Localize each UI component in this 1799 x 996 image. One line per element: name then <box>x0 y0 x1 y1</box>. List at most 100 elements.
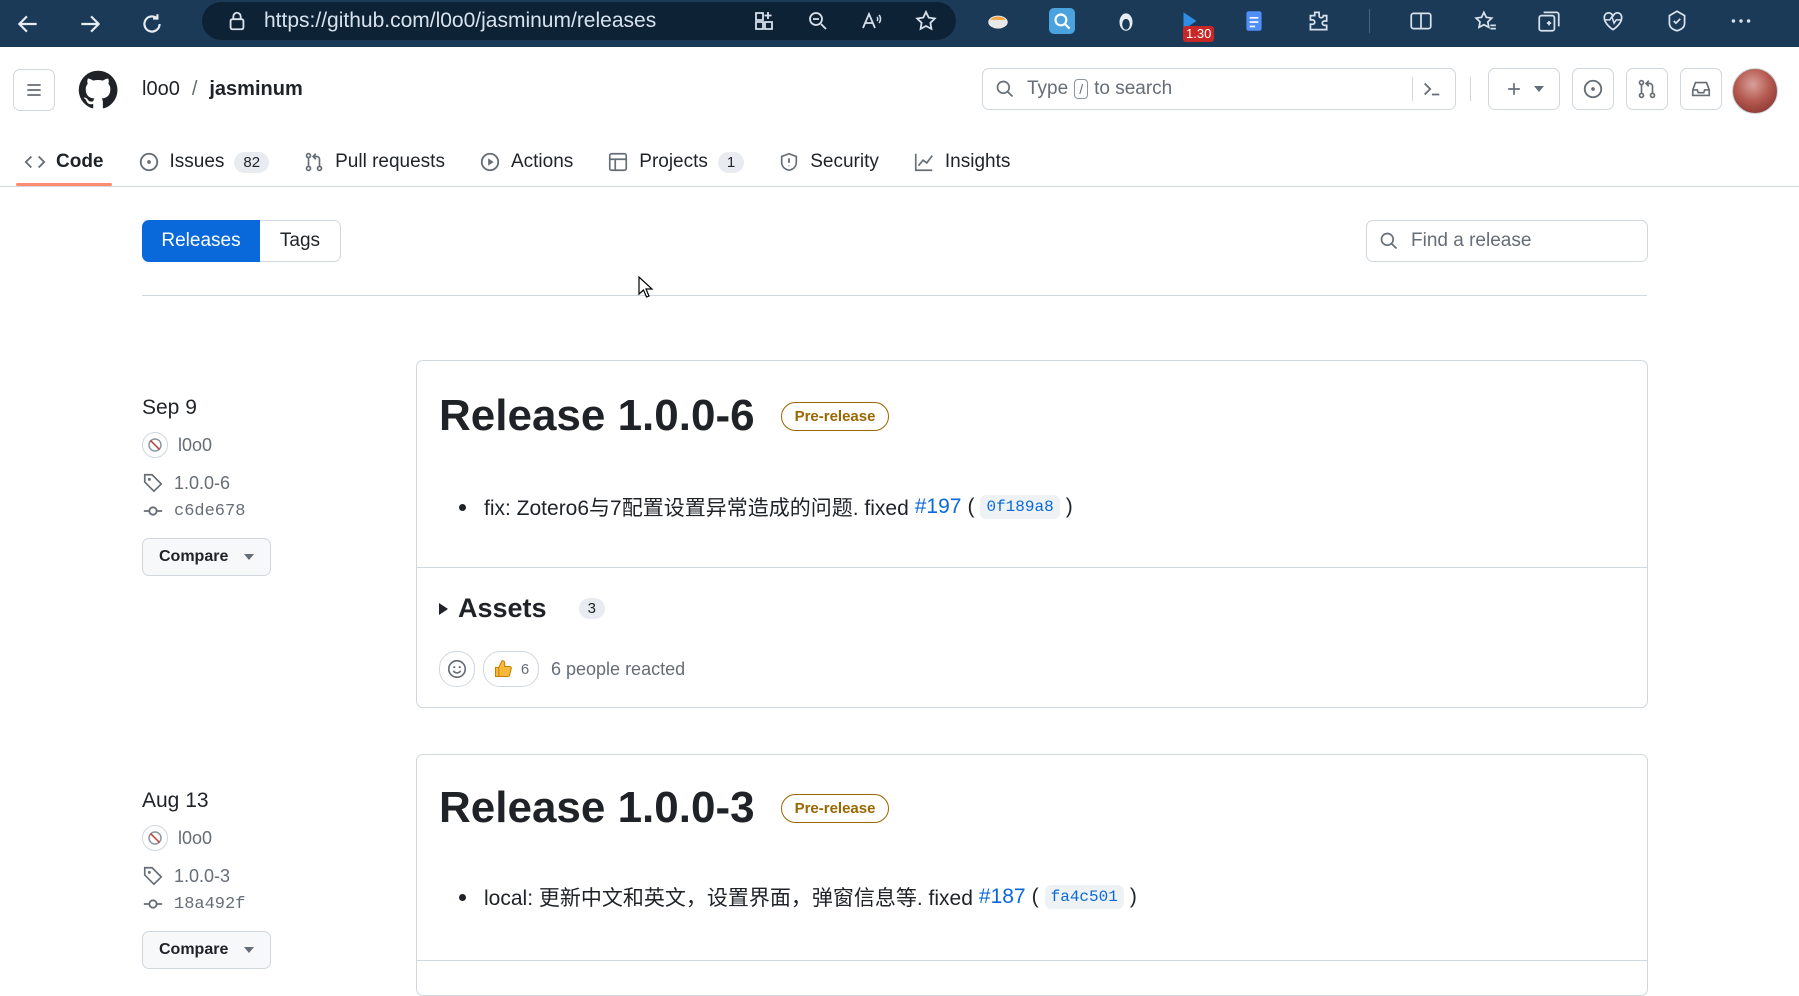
reaction-count: 6 <box>520 660 530 678</box>
author-name: l0o0 <box>178 827 213 848</box>
tab-issues[interactable]: Issues 82 <box>124 139 284 185</box>
issue-opened-icon <box>1583 79 1603 99</box>
release-commit[interactable]: 18a492f <box>142 893 271 915</box>
close-paren: ) <box>1129 885 1137 908</box>
browser-essentials-icon[interactable] <box>1600 8 1626 34</box>
extension-penguin-icon[interactable] <box>1113 8 1139 34</box>
search-prefix: Type <box>1027 78 1069 99</box>
repo-link[interactable]: jasminum <box>209 78 302 101</box>
tags-tab-button[interactable]: Tags <box>260 220 341 262</box>
assets-toggle[interactable]: Assets 3 <box>439 593 605 624</box>
tab-projects[interactable]: Projects 1 <box>593 139 758 185</box>
zoom-out-icon[interactable] <box>806 9 830 33</box>
user-avatar[interactable] <box>1732 68 1778 114</box>
tab-pull-requests[interactable]: Pull requests <box>289 139 459 185</box>
search-suffix: to search <box>1094 78 1173 99</box>
extension-translate-icon[interactable] <box>1049 8 1075 34</box>
collections-icon[interactable] <box>1536 8 1562 34</box>
pre-release-badge: Pre-release <box>780 401 890 431</box>
release-card: Release 1.0.0-3 Pre-release local: 更新中文和… <box>416 754 1648 996</box>
forward-icon[interactable] <box>68 5 112 43</box>
extension-cup-icon[interactable] <box>985 8 1011 34</box>
favorite-star-icon[interactable] <box>914 9 938 33</box>
add-reaction-button[interactable] <box>439 651 475 687</box>
hamburger-menu-icon[interactable] <box>13 69 55 111</box>
bullet <box>459 893 466 901</box>
release-title[interactable]: Release 1.0.0-3 <box>439 783 755 833</box>
address-bar[interactable]: https://github.com/l0o0/jasminum/release… <box>202 2 956 40</box>
releases-tab-button[interactable]: Releases <box>142 220 260 262</box>
more-options-icon[interactable] <box>1728 8 1754 34</box>
search-icon <box>1380 232 1398 250</box>
command-palette-icon[interactable] <box>1421 78 1443 100</box>
code-icon <box>24 155 46 169</box>
owner-link[interactable]: l0o0 <box>142 78 180 101</box>
plus-icon <box>1508 83 1520 95</box>
thumbs-up-reaction-button[interactable]: 6 <box>483 651 539 687</box>
github-header: l0o0 / jasminum Type / to search Code Is… <box>0 47 1799 187</box>
release-note-item: fix: Zotero6与7配置设置异常造成的问题. fixed #197 ( … <box>459 492 1073 522</box>
assets-label: Assets <box>458 593 547 623</box>
extensions-puzzle-icon[interactable] <box>1305 8 1331 34</box>
app-grid-icon[interactable] <box>752 9 776 33</box>
extension-badge: 1.30 <box>1183 26 1215 42</box>
thumbs-up-icon <box>494 660 512 677</box>
release-tag[interactable]: 1.0.0-6 <box>142 472 271 494</box>
read-aloud-icon[interactable] <box>860 9 884 33</box>
release-tag[interactable]: 1.0.0-3 <box>142 865 271 887</box>
releases-tags-toggle: Releases Tags <box>142 220 341 262</box>
pre-release-badge: Pre-release <box>780 793 890 823</box>
repo-navigation: Code Issues 82 Pull requests Actions Pro… <box>0 139 1024 186</box>
issue-link[interactable]: #187 <box>979 885 1026 909</box>
release-date: Sep 9 <box>142 396 197 419</box>
tab-code[interactable]: Code <box>10 139 118 186</box>
compare-label: Compare <box>159 548 229 565</box>
release-author[interactable]: l0o0 <box>142 432 271 458</box>
tab-actions-label: Actions <box>510 151 574 172</box>
breadcrumb: l0o0 / jasminum <box>142 78 303 101</box>
pull-requests-button[interactable] <box>1626 68 1668 110</box>
issues-button[interactable] <box>1572 68 1614 110</box>
refresh-icon[interactable] <box>130 5 174 43</box>
toolbar-divider <box>1369 9 1370 33</box>
copilot-icon[interactable] <box>1664 8 1690 34</box>
tab-insights[interactable]: Insights <box>899 139 1024 185</box>
release-meta: Aug 13 l0o0 1.0.0-3 18a492f Compare <box>142 789 272 969</box>
global-search-input[interactable]: Type / to search <box>982 68 1456 110</box>
assets-counter: 3 <box>578 598 605 619</box>
search-divider <box>1412 77 1413 101</box>
open-paren: ( <box>967 495 975 518</box>
inbox-button[interactable] <box>1680 68 1722 110</box>
release-title[interactable]: Release 1.0.0-6 <box>439 391 755 441</box>
find-release-field[interactable] <box>1366 220 1648 262</box>
compare-button[interactable]: Compare <box>142 931 272 969</box>
triangle-right-icon <box>439 602 448 615</box>
back-icon[interactable] <box>6 5 50 43</box>
note-text: fix: Zotero6与7配置设置异常造成的问题. fixed <box>484 497 909 520</box>
commit-link[interactable]: fa4c501 <box>1044 885 1124 909</box>
commit-sha: 18a492f <box>174 894 246 914</box>
tag-icon <box>143 866 163 886</box>
bullet <box>459 503 466 511</box>
extension-video-icon[interactable]: 1.30 <box>1177 8 1215 42</box>
extension-document-icon[interactable] <box>1241 8 1267 34</box>
find-release-input[interactable] <box>1409 229 1633 253</box>
commit-link[interactable]: 0f189a8 <box>980 495 1060 519</box>
search-icon <box>996 80 1014 98</box>
issue-link[interactable]: #197 <box>915 495 962 519</box>
compare-button[interactable]: Compare <box>142 538 272 576</box>
release-author[interactable]: l0o0 <box>142 825 271 851</box>
create-new-button[interactable] <box>1488 68 1560 110</box>
release-note-item: local: 更新中文和英文，设置界面，弹窗信息等. fixed #187 ( … <box>459 882 1137 912</box>
breadcrumb-separator: / <box>191 78 198 100</box>
split-screen-icon[interactable] <box>1408 8 1434 34</box>
tab-actions[interactable]: Actions <box>465 139 587 185</box>
release-date: Aug 13 <box>142 789 209 812</box>
release-commit[interactable]: c6de678 <box>142 500 271 522</box>
graph-icon <box>914 153 933 172</box>
tab-security[interactable]: Security <box>764 139 893 185</box>
favorites-icon[interactable] <box>1472 8 1498 34</box>
commit-sha: c6de678 <box>174 501 246 521</box>
github-logo-icon[interactable] <box>76 68 120 112</box>
tab-code-label: Code <box>56 151 104 172</box>
